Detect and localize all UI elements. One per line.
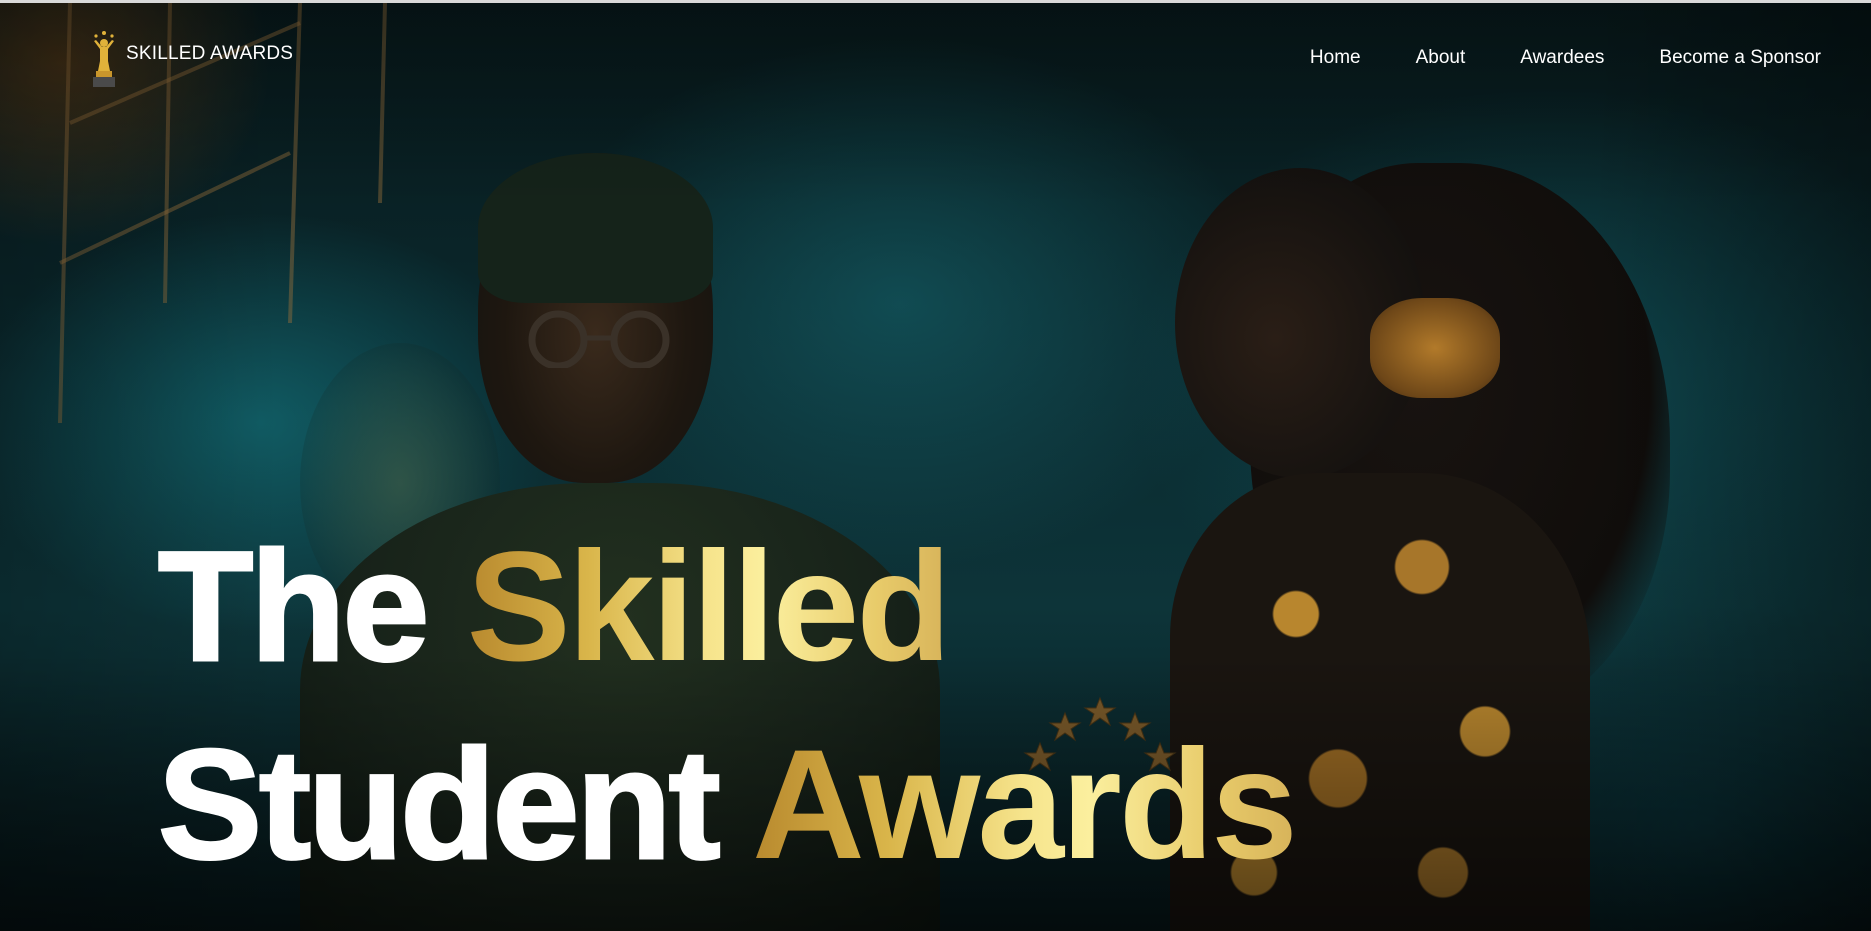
page: SKILLED AWARDS Home About Awardees Becom…	[0, 0, 1871, 931]
hero-title-line-1: The Skilled	[156, 508, 1295, 706]
nav-awardees[interactable]: Awardees	[1520, 47, 1604, 69]
nav-about[interactable]: About	[1416, 47, 1466, 69]
nav-become-a-sponsor[interactable]: Become a Sponsor	[1659, 47, 1821, 69]
nav-home[interactable]: Home	[1310, 47, 1361, 69]
hero-word-skilled: Skilled	[466, 520, 952, 694]
logo-link[interactable]: SKILLED AWARDS	[88, 29, 293, 89]
hero-word-student: Student	[157, 717, 723, 894]
logo-text: SKILLED AWARDS	[126, 43, 294, 64]
main-nav: Home About Awardees Become a Sponsor	[1255, 47, 1821, 69]
hero-title: The Skilled Student Awards	[156, 508, 1298, 904]
site-header: SKILLED AWARDS Home About Awardees Becom…	[0, 3, 1871, 113]
hero-word-the: The	[156, 519, 430, 696]
trophy-icon	[93, 31, 115, 87]
hero-title-line-2: Student Awards	[157, 706, 1298, 904]
hero-word-awards: Awards	[752, 718, 1298, 892]
